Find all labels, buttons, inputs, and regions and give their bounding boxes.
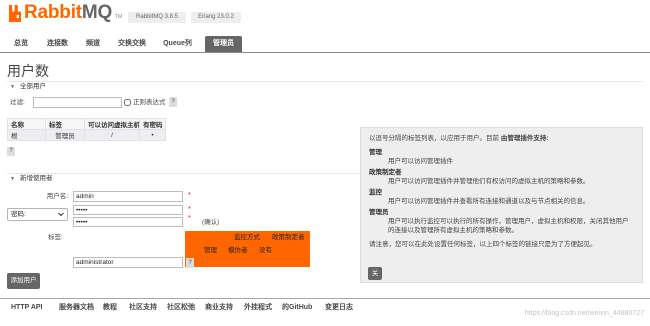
close-help-button[interactable]: 关: [368, 267, 382, 280]
column-header-vhosts[interactable]: 可以访问虚拟主机: [84, 118, 140, 130]
tags-help-button[interactable]: ?: [186, 258, 194, 268]
tag-option-none[interactable]: 没有: [259, 247, 272, 255]
help-tag-monitoring-name: 监控: [369, 189, 382, 196]
footer-divider: [0, 298, 650, 299]
logo-text-rabbit: Rabbit: [24, 2, 82, 23]
table-columns-help-button[interactable]: ?: [7, 147, 15, 156]
rabbitmq-logo-icon[interactable]: [8, 5, 22, 22]
tags-input[interactable]: [73, 257, 183, 268]
required-mark-password: *: [188, 206, 191, 213]
tags-label: 标签:: [48, 234, 63, 241]
help-tag-list: 管理 用户可以访问管理插件 政策制定者 用户可以访问管理插件并管理他们有权访问的…: [369, 148, 634, 235]
required-mark-username: *: [188, 192, 191, 199]
footer-link-community-support[interactable]: 社区支持: [129, 303, 157, 313]
nav-divider: [0, 52, 650, 53]
confirm-label: (确认): [202, 219, 220, 226]
footer-link-commercial-support[interactable]: 商业支持: [205, 303, 233, 313]
regex-label: 正则表达式: [133, 99, 166, 106]
tags-help-panel: 以逗号分隔的标签列表，以应用于用户。目前 由管理插件支持: 管理 用户可以访问管…: [360, 127, 643, 283]
filter-input[interactable]: [33, 97, 122, 108]
help-intro-text: 以逗号分隔的标签列表，以应用于用户。目前: [369, 135, 501, 142]
help-intro: 以逗号分隔的标签列表，以应用于用户。目前 由管理插件支持:: [369, 134, 634, 143]
section-title-add-user: 新增使用者: [20, 175, 53, 182]
footer-link-changelog[interactable]: 变更日志: [325, 303, 353, 313]
tab-queues[interactable]: Queue列: [159, 36, 196, 52]
footer-link-community-slack[interactable]: 社区松弛: [167, 303, 195, 313]
password-confirm-input[interactable]: [73, 217, 183, 227]
trademark-mark: TM: [115, 14, 123, 20]
column-header-tags[interactable]: 标签: [45, 118, 85, 130]
watermark: https://blog.csdn.net/weixin_44880727: [524, 310, 644, 317]
tag-options-box: 监控方式 政策制定者 管理 模仿者 没有: [185, 231, 310, 267]
tab-connections[interactable]: 连接数: [42, 36, 73, 52]
required-mark-password-confirm: *: [188, 215, 191, 222]
help-tag-management-desc: 用户可以访问管理插件: [388, 158, 453, 165]
tag-option-impersonator[interactable]: 模仿者: [228, 247, 248, 255]
footer-link-github[interactable]: 的GitHub: [282, 303, 312, 313]
help-tag-administrator-name: 管理员: [369, 209, 389, 216]
erlang-badge: Erlang 23.0.2: [191, 12, 241, 23]
cell-user-has-password: •: [139, 129, 166, 141]
tab-admin[interactable]: 管理员: [205, 36, 242, 52]
table-header-row: 名称 标签 可以访问虚拟主机 有密码: [7, 118, 166, 130]
collapse-arrow-icon: ▼: [10, 84, 15, 90]
page-title: 用户数: [7, 63, 49, 79]
footer-link-server-docs[interactable]: 服务器文档: [59, 303, 94, 313]
add-user-button[interactable]: 添加用户: [7, 273, 40, 289]
version-badge: RabbitMQ 3.8.5: [128, 12, 186, 23]
password-mode-value: 密码:: [11, 211, 26, 218]
password-mode-select[interactable]: 密码:: [7, 208, 68, 221]
logo-text-mq: MQ: [81, 2, 113, 23]
footer-link-plugins[interactable]: 外挂程式: [244, 303, 272, 313]
column-header-has-password[interactable]: 有密码: [139, 118, 166, 130]
chevron-down-icon: [58, 212, 64, 217]
help-tag-management-name: 管理: [369, 149, 382, 156]
tab-channels[interactable]: 频道: [81, 36, 105, 52]
footer-link-tutorials[interactable]: 教程: [103, 303, 117, 313]
column-header-name[interactable]: 名称: [7, 118, 46, 130]
tab-overview[interactable]: 总览: [8, 36, 34, 52]
collapse-arrow-icon: ▼: [10, 176, 15, 182]
tag-option-policymaker[interactable]: 政策制定者: [272, 234, 305, 242]
filter-help-button[interactable]: ?: [169, 97, 177, 107]
section-title-all-users: 全部用户: [20, 83, 46, 90]
username-label: 用户名:: [46, 193, 68, 200]
help-note: 请注意，您可以在此处设置任何标签，以上四个标签的链接只是为了方便起见。: [369, 241, 597, 248]
help-tag-monitoring-desc: 用户可以访问管理插件并查看所有连接和通道以及与节点相关的信息。: [388, 198, 590, 205]
users-table: 名称 标签 可以访问虚拟主机 有密码 根 管理员 / •: [7, 118, 166, 141]
cell-user-name[interactable]: 根: [7, 129, 46, 141]
cell-user-vhosts: /: [84, 129, 140, 141]
username-input[interactable]: [73, 191, 183, 202]
tag-option-monitoring[interactable]: 监控方式: [234, 234, 260, 242]
cell-user-tags: 管理员: [45, 129, 85, 141]
password-input[interactable]: [73, 205, 183, 215]
tag-option-management[interactable]: 管理: [204, 247, 217, 255]
table-row[interactable]: 根 管理员 / •: [7, 129, 166, 141]
filter-label: 过滤:: [10, 99, 25, 106]
rabbitmq-logo-text[interactable]: RabbitMQ: [24, 3, 112, 23]
section-header-all-users[interactable]: ▼ 全部用户: [7, 81, 643, 91]
tab-exchanges[interactable]: 交换交换: [113, 36, 151, 52]
help-tag-administrator-desc: 用户可以执行监控可以执行的所有操作，管理用户，虚拟主机和权限，关闭其他用户的连接…: [388, 218, 629, 234]
help-intro-bold: 由管理插件支持:: [500, 135, 549, 142]
regex-checkbox[interactable]: [124, 99, 131, 106]
help-tag-policymaker-desc: 用户可以访问管理插件并管理他们有权访问的虚拟主机的策略和参数。: [388, 178, 590, 185]
help-tag-policymaker-name: 政策制定者: [369, 169, 402, 176]
footer-link-http-api[interactable]: HTTP API: [11, 303, 43, 313]
